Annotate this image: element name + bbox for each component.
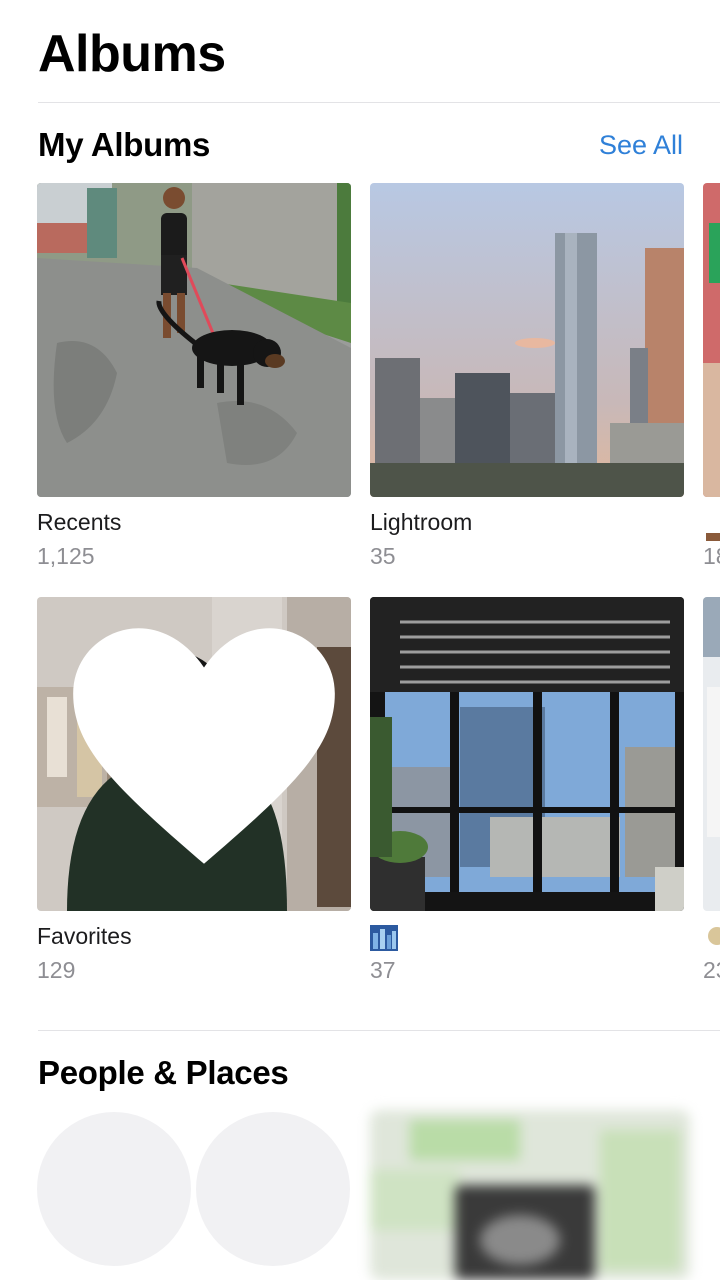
person-avatar-placeholder[interactable] <box>196 1112 350 1266</box>
album-thumbnail[interactable] <box>370 597 684 911</box>
header-divider <box>38 102 720 103</box>
man-walking-dog-photo <box>37 183 351 497</box>
album-name: Favorites <box>37 923 132 949</box>
partial-photo <box>703 597 720 911</box>
album-count: 35 <box>370 543 396 569</box>
map-icon <box>370 1110 690 1280</box>
album-count: 129 <box>37 957 76 983</box>
album-count: 37 <box>370 957 396 983</box>
person-avatar-placeholder[interactable] <box>37 1112 191 1266</box>
see-all-link[interactable]: See All <box>599 130 683 161</box>
city-skyline-photo <box>370 183 684 497</box>
section-divider <box>38 1030 720 1031</box>
window-view-photo <box>370 597 684 911</box>
album-peek-icon <box>703 924 720 952</box>
album-thumbnail[interactable] <box>37 183 351 497</box>
album-peek-thumbnail[interactable] <box>703 597 720 911</box>
album-peek-count: 23 <box>703 957 720 983</box>
page-title: Albums <box>38 25 226 83</box>
album-name <box>370 923 398 951</box>
album-thumbnail[interactable] <box>37 597 351 911</box>
people-places-title: People & Places <box>38 1054 289 1091</box>
album-thumbnail[interactable] <box>370 183 684 497</box>
album-peek-thumbnail[interactable] <box>703 183 720 497</box>
city-thumbnail-icon <box>370 924 398 951</box>
album-name: Lightroom <box>370 509 473 535</box>
album-name: Recents <box>37 509 122 535</box>
album-peek-count: 18 <box>703 543 720 569</box>
favorite-heart-icon <box>73 628 335 864</box>
places-map-thumbnail[interactable] <box>370 1110 690 1280</box>
my-albums-title: My Albums <box>38 126 211 163</box>
partial-photo <box>703 183 720 497</box>
album-count: 1,125 <box>37 543 95 569</box>
